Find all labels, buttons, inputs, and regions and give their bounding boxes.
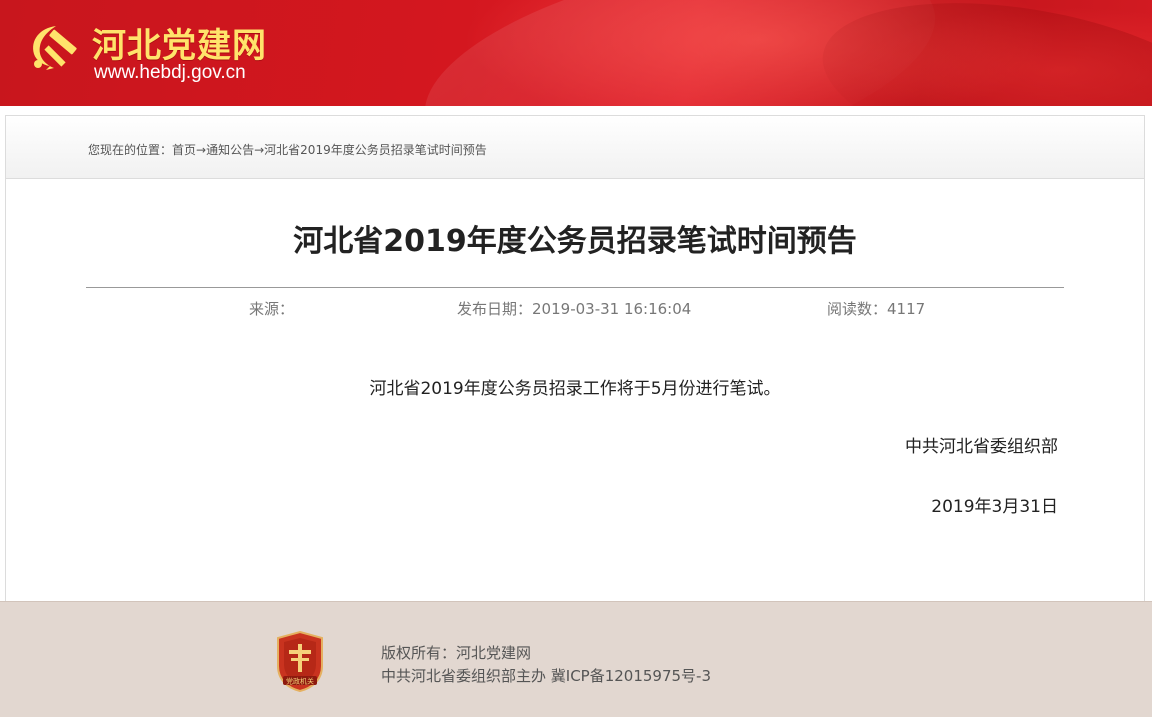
footer-host-icp[interactable]: 中共河北省委组织部主办 冀ICP备12015975号-3 <box>381 665 711 686</box>
breadcrumb-separator: → <box>254 143 265 157</box>
date-label: 发布日期： <box>457 300 533 318</box>
breadcrumb-link-notices[interactable]: 通知公告 <box>206 143 254 157</box>
title-divider <box>86 287 1064 288</box>
hammer-sickle-icon[interactable] <box>26 20 82 70</box>
breadcrumb-current[interactable]: 河北省2019年度公务员招录笔试时间预告 <box>264 143 487 157</box>
party-gov-badge-icon[interactable]: 党政机关 <box>274 630 326 692</box>
views-label: 阅读数： <box>827 300 888 318</box>
breadcrumb-link-home[interactable]: 首页 <box>172 143 196 157</box>
breadcrumb-bar: 您现在的位置：首页→通知公告→河北省2019年度公务员招录笔试时间预告 <box>6 116 1144 179</box>
date-value: 2019-03-31 16:16:04 <box>532 300 692 318</box>
site-header: 河北党建网 www.hebdj.gov.cn <box>0 0 1152 106</box>
site-footer: 党政机关 版权所有：河北党建网 中共河北省委组织部主办 冀ICP备1201597… <box>0 601 1152 717</box>
breadcrumb: 您现在的位置：首页→通知公告→河北省2019年度公务员招录笔试时间预告 <box>88 141 487 158</box>
signature-date: 2019年3月31日 <box>931 497 1058 517</box>
article-panel: 您现在的位置：首页→通知公告→河北省2019年度公务员招录笔试时间预告 河北省2… <box>5 115 1145 602</box>
badge-text: 党政机关 <box>286 677 314 686</box>
source-label: 来源： <box>249 300 295 318</box>
signature-org: 中共河北省委组织部 <box>905 437 1058 457</box>
views-value: 4117 <box>887 300 926 318</box>
footer-copyright: 版权所有：河北党建网 <box>381 644 532 662</box>
article-title: 河北省2019年度公务员招录笔试时间预告 <box>293 224 857 259</box>
breadcrumb-separator: → <box>196 143 207 157</box>
site-name[interactable]: 河北党建网 <box>92 18 267 67</box>
breadcrumb-label: 您现在的位置： <box>88 143 173 157</box>
article-views: 阅读数：4117 <box>827 298 925 319</box>
site-url[interactable]: www.hebdj.gov.cn <box>94 62 246 84</box>
article-body: 河北省2019年度公务员招录工作将于5月份进行笔试。 <box>369 379 781 399</box>
article-source: 来源： <box>249 298 294 319</box>
article-date: 发布日期：2019-03-31 16:16:04 <box>457 298 691 319</box>
